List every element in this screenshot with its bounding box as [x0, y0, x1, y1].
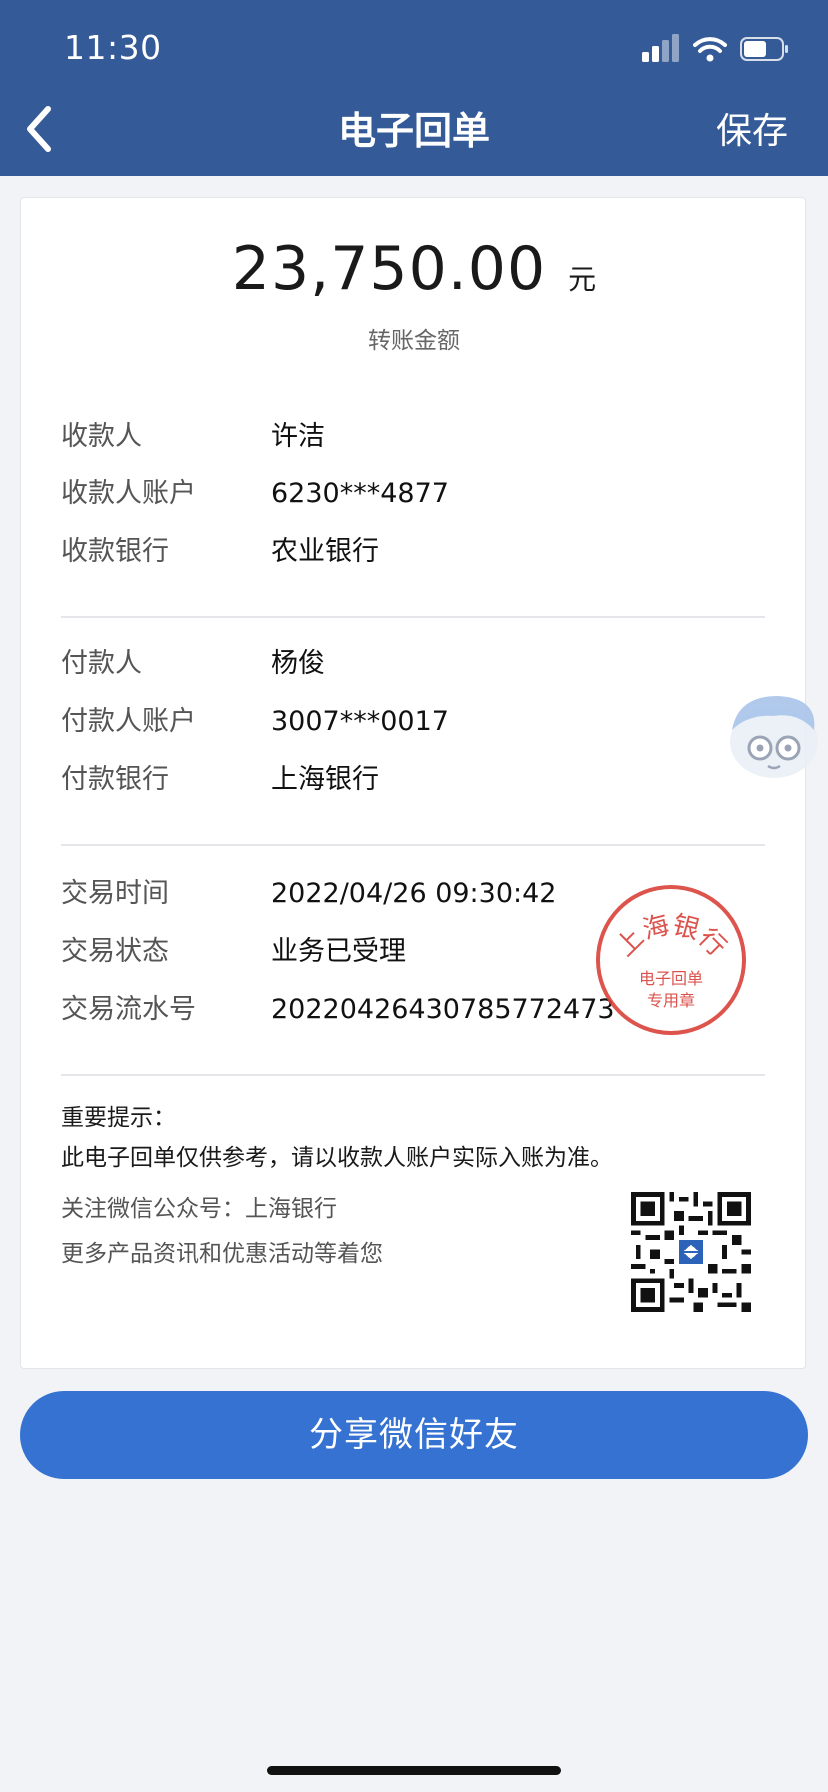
row-value: 业务已受理	[271, 936, 406, 967]
row-label: 交易时间	[61, 878, 169, 909]
follow-wechat-text: 关注微信公众号：上海银行	[61, 1196, 337, 1222]
cellular-signal-icon	[642, 34, 679, 62]
row-label: 付款银行	[61, 764, 169, 795]
payee-account-row: 收款人账户 6230***4877	[61, 472, 765, 516]
floating-assistant-mascot-icon[interactable]	[718, 690, 828, 782]
row-value: 6230***4877	[271, 478, 449, 509]
divider	[61, 844, 765, 846]
qr-code-icon	[631, 1192, 751, 1312]
seal-line2: 专用章	[647, 991, 695, 1010]
payer-bank-row: 付款银行 上海银行	[61, 758, 765, 802]
row-value: 杨俊	[271, 648, 325, 679]
amount-display: 23,750.00 元	[21, 233, 807, 305]
divider	[61, 1074, 765, 1076]
payer-account-row: 付款人账户 3007***0017	[61, 700, 765, 744]
row-label: 付款人	[61, 648, 142, 679]
bank-seal-stamp: 上海银行 电子回单 专用章	[596, 885, 746, 1035]
row-label: 交易状态	[61, 936, 169, 967]
row-value: 农业银行	[271, 536, 379, 567]
promo-text: 更多产品资讯和优惠活动等着您	[61, 1241, 383, 1267]
row-label: 收款人	[61, 421, 142, 452]
row-value: 许洁	[271, 421, 325, 452]
notice-text: 此电子回单仅供参考，请以收款人账户实际入账为准。	[61, 1145, 613, 1171]
receipt-card: 23,750.00 元 转账金额 收款人 许洁 收款人账户 6230***4877…	[20, 197, 806, 1369]
notice-title: 重要提示：	[61, 1105, 176, 1131]
app-header: 11:30 电子回单 保存	[0, 0, 828, 176]
wifi-icon	[693, 37, 727, 62]
payee-bank-row: 收款银行 农业银行	[61, 530, 765, 574]
payee-name-row: 收款人 许洁	[61, 415, 765, 459]
page-title: 电子回单	[337, 109, 490, 153]
home-indicator[interactable]	[267, 1766, 561, 1775]
status-time: 11:30	[64, 28, 162, 67]
amount-label: 转账金额	[368, 328, 460, 354]
row-value: 3007***0017	[271, 706, 449, 737]
payer-name-row: 付款人 杨俊	[61, 642, 765, 686]
row-label: 付款人账户	[61, 706, 196, 737]
seal-line1: 电子回单	[639, 969, 703, 988]
row-label: 交易流水号	[61, 994, 196, 1025]
row-value: 20220426430785772473	[271, 994, 615, 1025]
amount-unit: 元	[568, 263, 597, 296]
divider	[61, 616, 765, 618]
share-wechat-button[interactable]: 分享微信好友	[20, 1391, 808, 1479]
amount-value: 23,750.00	[231, 234, 547, 304]
seal-top-text: 上海银行	[610, 910, 731, 963]
row-label: 收款银行	[61, 536, 169, 567]
battery-icon	[740, 37, 788, 61]
save-button[interactable]: 保存	[716, 108, 788, 156]
svg-text:上海银行: 上海银行	[610, 910, 731, 963]
row-label: 收款人账户	[61, 478, 196, 509]
row-value: 2022/04/26 09:30:42	[271, 878, 557, 909]
row-value: 上海银行	[271, 764, 379, 795]
